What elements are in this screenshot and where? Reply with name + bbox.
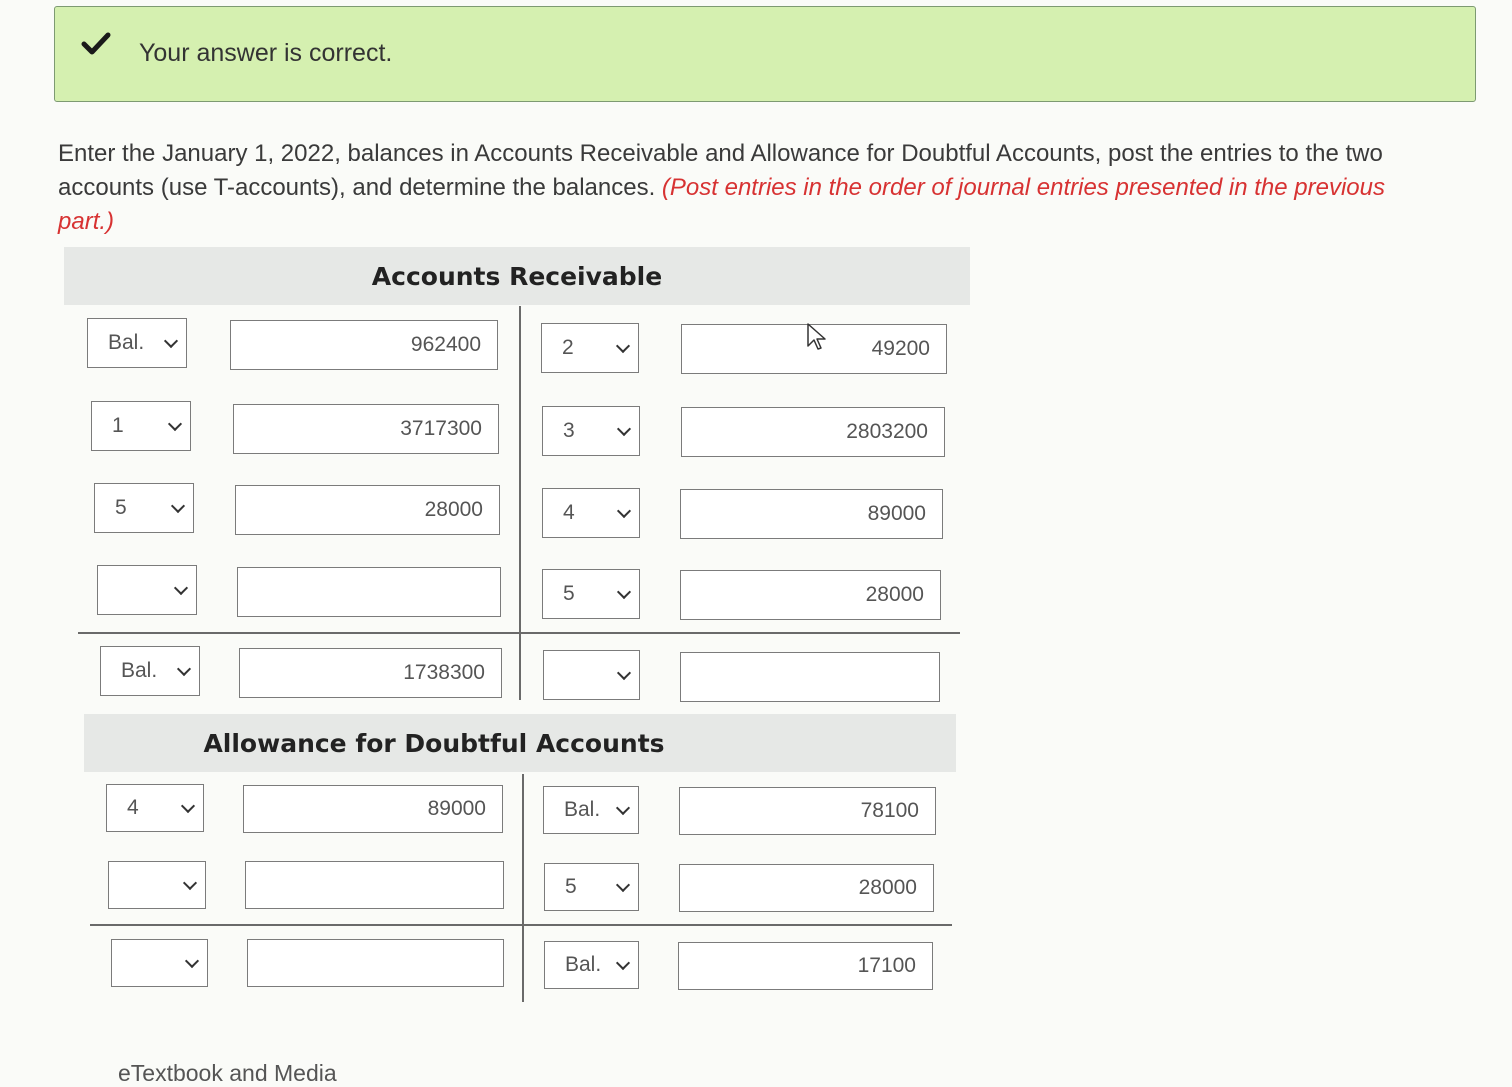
instructions: Enter the January 1, 2022, balances in A… (58, 137, 1438, 239)
ar-left-amount-input[interactable]: 3717300 (233, 404, 499, 454)
ar-left-amount-input[interactable] (237, 567, 501, 617)
ar-right-ref-select[interactable]: 3 (542, 406, 640, 456)
allowance-right-ref-select[interactable]: Bal. (543, 786, 639, 834)
ar-right-ref-select[interactable]: 4 (542, 488, 640, 538)
allowance-left-ref-select[interactable] (108, 861, 206, 909)
etextbook-link[interactable]: eTextbook and Media (118, 1060, 337, 1087)
ar-right-ref-select[interactable]: 2 (541, 323, 639, 373)
chevron-down-icon (182, 875, 198, 891)
ar-left-ref-select[interactable]: Bal. (87, 318, 187, 368)
chevron-down-icon (615, 800, 631, 816)
chevron-down-icon (616, 421, 632, 437)
allowance-left-ref-select[interactable]: 4 (106, 784, 204, 832)
allowance-balance-right-ref-select[interactable]: Bal. (544, 941, 639, 989)
correct-answer-banner: Your answer is correct. (54, 6, 1476, 102)
ar-left-amount-input[interactable]: 28000 (235, 485, 500, 535)
chevron-down-icon (173, 580, 189, 596)
allowance-title: Allowance for Doubtful Accounts (203, 728, 665, 758)
ar-left-amount-input[interactable]: 962400 (230, 320, 498, 370)
ar-right-amount-input[interactable]: 89000 (680, 489, 943, 539)
ar-balance-right-amount-input[interactable] (680, 652, 940, 702)
ar-right-amount-input[interactable]: 28000 (680, 570, 941, 620)
ar-left-ref-select[interactable]: 5 (94, 483, 194, 533)
ar-balance-left-amount-input[interactable]: 1738300 (239, 648, 502, 698)
chevron-down-icon (184, 953, 200, 969)
allowance-left-amount-input[interactable]: 89000 (243, 785, 503, 833)
chevron-down-icon (176, 661, 192, 677)
allowance-left-amount-input[interactable] (245, 861, 504, 909)
allowance-t-vertical-line (522, 774, 524, 1002)
ar-left-ref-select[interactable]: 1 (91, 401, 191, 451)
allowance-right-amount-input[interactable]: 78100 (679, 787, 936, 835)
ar-t-vertical-line (519, 306, 521, 700)
chevron-down-icon (170, 498, 186, 514)
accounts-receivable-title: Accounts Receivable (371, 261, 663, 291)
chevron-down-icon (616, 503, 632, 519)
ar-right-ref-select[interactable]: 5 (542, 569, 640, 619)
allowance-balance-left-ref-select[interactable] (111, 939, 208, 987)
checkmark-icon (81, 32, 111, 55)
chevron-down-icon (616, 665, 632, 681)
ar-t-total-line (78, 632, 960, 634)
feedback-message: Your answer is correct. (139, 39, 393, 67)
allowance-t-total-line (90, 924, 952, 926)
ar-left-ref-select[interactable] (97, 565, 197, 615)
allowance-right-amount-input[interactable]: 28000 (679, 864, 934, 912)
chevron-down-icon (167, 416, 183, 432)
ar-balance-right-ref-select[interactable] (543, 650, 640, 700)
allowance-balance-right-amount-input[interactable]: 17100 (678, 942, 933, 990)
mouse-pointer-icon (807, 323, 826, 350)
allowance-header: Allowance for Doubtful Accounts (84, 714, 956, 772)
chevron-down-icon (615, 877, 631, 893)
chevron-down-icon (616, 584, 632, 600)
accounts-receivable-header: Accounts Receivable (64, 247, 970, 305)
chevron-down-icon (163, 333, 179, 349)
chevron-down-icon (615, 955, 631, 971)
chevron-down-icon (180, 798, 196, 814)
ar-right-amount-input[interactable]: 2803200 (681, 407, 945, 457)
chevron-down-icon (615, 338, 631, 354)
allowance-right-ref-select[interactable]: 5 (544, 863, 639, 911)
allowance-balance-left-amount-input[interactable] (247, 939, 504, 987)
ar-balance-left-ref-select[interactable]: Bal. (100, 646, 200, 696)
